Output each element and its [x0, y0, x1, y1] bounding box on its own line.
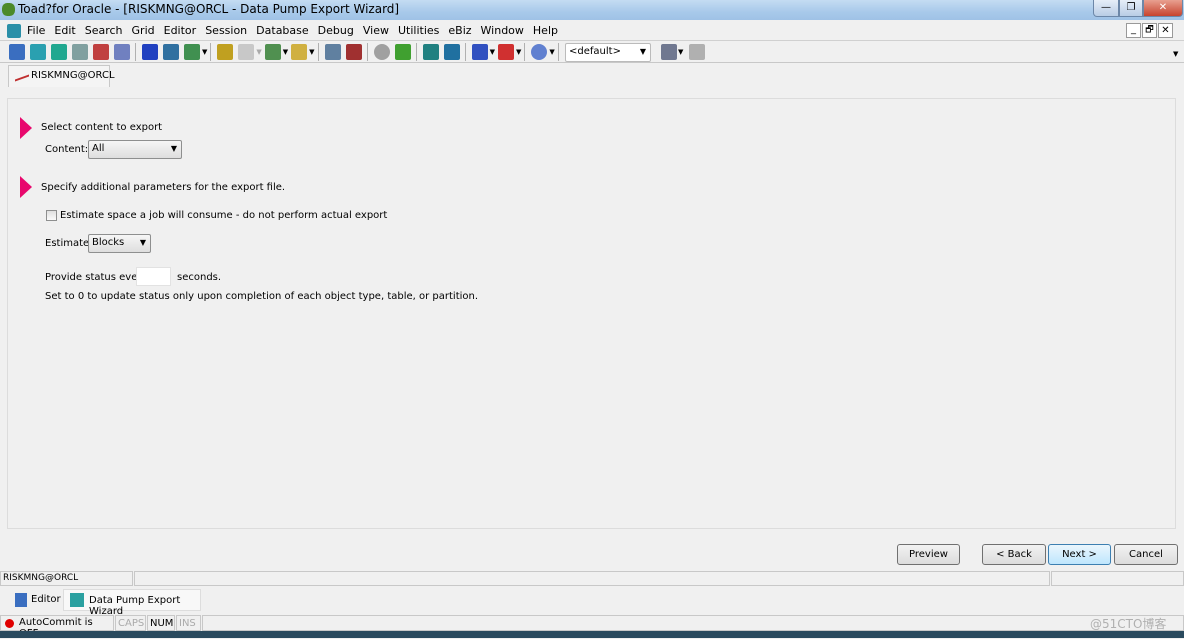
- step-arrow-icon: [20, 176, 32, 198]
- menu-ebiz[interactable]: eBiz: [448, 21, 471, 41]
- export-icon[interactable]: [443, 44, 460, 60]
- editor-icon: [15, 593, 27, 607]
- status-extra: [202, 615, 1184, 631]
- menu-window[interactable]: Window: [481, 21, 524, 41]
- chevron-down-icon: ▼: [170, 144, 177, 153]
- info-icon[interactable]: [531, 44, 548, 60]
- menu-debug[interactable]: Debug: [318, 21, 354, 41]
- menu-grid[interactable]: Grid: [132, 21, 155, 41]
- close-button[interactable]: ✕: [1143, 0, 1183, 17]
- add-connection-icon[interactable]: [471, 44, 488, 60]
- title-bar: Toad?for Oracle - [RISKMNG@ORCL - Data P…: [0, 0, 1184, 20]
- ins-indicator: INS: [176, 615, 201, 631]
- chevron-down-icon: ▼: [639, 47, 646, 56]
- step1-heading: Select content to export: [41, 122, 163, 133]
- mdi-restore-button[interactable]: 🗗: [1142, 23, 1157, 38]
- mdi-close-button[interactable]: ✕: [1158, 23, 1173, 38]
- connection-status: RISKMNG@ORCL: [0, 571, 133, 586]
- window-title: Toad?for Oracle - [RISKMNG@ORCL - Data P…: [18, 2, 400, 16]
- form-icon[interactable]: [163, 44, 179, 60]
- estimate-checkbox-label[interactable]: Estimate space a job will consume - do n…: [60, 210, 387, 221]
- tools-icon[interactable]: [661, 44, 677, 60]
- timer-icon[interactable]: [373, 44, 390, 60]
- menu-utilities[interactable]: Utilities: [398, 21, 439, 41]
- debug-bug-icon[interactable]: [394, 44, 411, 60]
- report-icon[interactable]: [264, 44, 281, 60]
- book-icon[interactable]: [142, 44, 158, 60]
- estimate-label: Estimate:: [45, 238, 93, 249]
- red-dot-icon: [5, 619, 14, 628]
- status-hint: Set to 0 to update status only upon comp…: [45, 291, 479, 302]
- watermark: @51CTO博客: [1090, 617, 1167, 631]
- main-toolbar: ▼ ▼ ▼ ▼ ▼ ▼ ▼ <default> ▼ ▼ ▼: [0, 41, 1184, 63]
- estimate-checkbox[interactable]: [46, 210, 57, 221]
- schema-dropdown[interactable]: <default> ▼: [565, 43, 651, 62]
- caps-indicator: CAPS: [115, 615, 146, 631]
- content-select[interactable]: All ▼: [88, 140, 182, 159]
- maximize-button[interactable]: ❐: [1119, 0, 1143, 17]
- toolbar-overflow-icon[interactable]: ▼: [1173, 50, 1178, 58]
- status-interval-input[interactable]: [136, 267, 171, 286]
- status-panel: [134, 571, 1050, 586]
- minimize-button[interactable]: —: [1093, 0, 1119, 17]
- preview-button[interactable]: Preview: [897, 544, 960, 565]
- disabled-icon: [238, 44, 255, 60]
- menu-edit[interactable]: Edit: [54, 21, 75, 41]
- schema-browser-icon[interactable]: [30, 44, 46, 60]
- disconnect-icon[interactable]: [72, 44, 88, 60]
- menu-search[interactable]: Search: [85, 21, 123, 41]
- folder-icon[interactable]: [291, 44, 308, 60]
- step-arrow-icon: [20, 117, 32, 139]
- status-unit-label: seconds.: [177, 272, 222, 283]
- back-button[interactable]: < Back: [982, 544, 1046, 565]
- window-icon[interactable]: [184, 44, 200, 60]
- menu-file[interactable]: File: [27, 21, 45, 41]
- wrench-icon[interactable]: [689, 44, 705, 60]
- menu-view[interactable]: View: [363, 21, 389, 41]
- cancel-button[interactable]: Cancel: [1114, 544, 1178, 565]
- app-menu-icon[interactable]: [7, 24, 21, 38]
- window-tab-editor[interactable]: Editor: [8, 589, 62, 611]
- menu-database[interactable]: Database: [256, 21, 309, 41]
- step2-heading: Specify additional parameters for the ex…: [41, 182, 286, 193]
- sql-icon[interactable]: [93, 44, 109, 60]
- connection-icon: [15, 69, 29, 82]
- chevron-down-icon: ▼: [139, 238, 146, 247]
- checklist-icon[interactable]: [324, 44, 341, 60]
- mdi-minimize-button[interactable]: _: [1126, 23, 1141, 38]
- status-panel-right: [1051, 571, 1184, 586]
- menu-editor[interactable]: Editor: [164, 21, 197, 41]
- next-button[interactable]: Next >: [1048, 544, 1111, 565]
- estimate-select[interactable]: Blocks ▼: [88, 234, 151, 253]
- num-indicator: NUM: [147, 615, 175, 631]
- data-pump-icon: [70, 593, 84, 607]
- menu-help[interactable]: Help: [533, 21, 558, 41]
- window-tab-data-pump[interactable]: Data Pump Export Wizard: [63, 589, 201, 617]
- toad-logo-icon: [2, 3, 15, 16]
- content-label: Content:: [45, 144, 89, 155]
- connection-tab[interactable]: RISKMNG@ORCL: [8, 65, 115, 87]
- menu-session[interactable]: Session: [205, 21, 247, 41]
- autocommit-status[interactable]: AutoCommit is OFF: [0, 615, 114, 639]
- import-icon[interactable]: [422, 44, 439, 60]
- explain-icon[interactable]: [217, 44, 234, 60]
- remove-connection-icon[interactable]: [497, 44, 514, 60]
- menu-bar: File Edit Search Grid Editor Session Database D…: [0, 21, 1184, 41]
- compare-icon[interactable]: [114, 44, 130, 60]
- os-taskbar: [0, 631, 1184, 638]
- save-icon[interactable]: [345, 44, 362, 60]
- status-interval-label: Provide status every: [45, 272, 148, 283]
- connect-icon[interactable]: [51, 44, 67, 60]
- wizard-panel: Select content to export Content: All ▼ S…: [7, 98, 1176, 529]
- new-editor-icon[interactable]: [9, 44, 25, 60]
